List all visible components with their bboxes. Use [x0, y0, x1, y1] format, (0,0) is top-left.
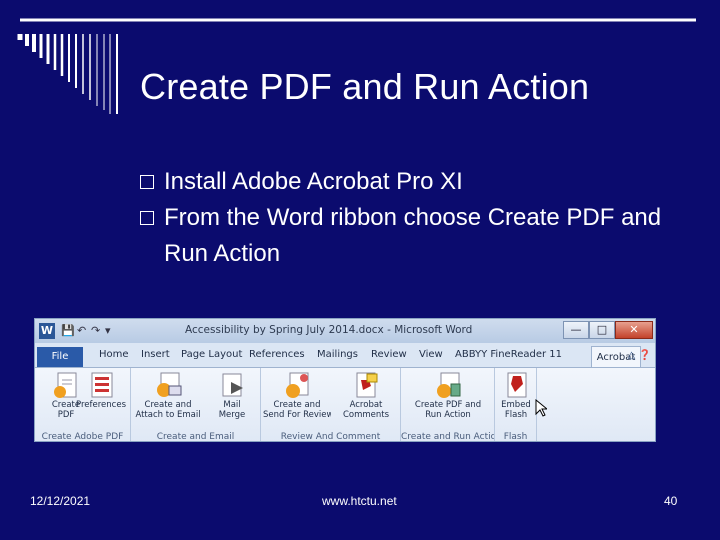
preferences-icon	[91, 372, 113, 398]
group-label: Create Adobe PDF	[41, 432, 124, 442]
button-label-line1: Acrobat	[349, 400, 383, 410]
group-review-and-comment: Create and Send For Review Acrobat Comme…	[261, 368, 401, 442]
tab-mailings[interactable]: Mailings	[317, 349, 358, 360]
embed-flash-button[interactable]: Embed Flash	[495, 370, 537, 428]
word-app-icon[interactable]: W	[39, 323, 55, 339]
button-label-line1: Create PDF and	[414, 400, 482, 410]
window-titlebar: W 💾 ↶ ↷ ▾ Accessibility by Spring July 2…	[35, 319, 655, 343]
button-label-line2: Run Action	[425, 410, 471, 420]
mail-merge-button[interactable]: Mail Merge	[203, 370, 261, 428]
window-title: Accessibility by Spring July 2014.docx -…	[185, 324, 473, 336]
save-icon[interactable]: 💾	[61, 324, 75, 337]
mouse-cursor-icon	[535, 399, 547, 417]
button-label-line1: Mail	[223, 400, 241, 410]
create-pdf-and-run-action-button[interactable]: Create PDF and Run Action	[407, 370, 489, 428]
button-label-line1: Preferences	[76, 400, 126, 410]
tab-abbyy-finereader[interactable]: ABBYY FineReader 11	[455, 349, 562, 360]
run-action-icon	[437, 372, 461, 398]
footer-site: www.htctu.net	[322, 494, 397, 508]
help-icon[interactable]: △ ❓	[628, 350, 651, 361]
preferences-button[interactable]: Preferences	[71, 370, 131, 428]
button-label-line2: Attach to Email	[135, 410, 201, 420]
maximize-button[interactable]: □	[589, 321, 615, 339]
group-create-and-email: Create and Attach to Email Mail Merge Cr…	[131, 368, 261, 442]
tab-page-layout[interactable]: Page Layout	[181, 349, 242, 360]
bullet-square-icon	[140, 175, 154, 189]
word-ribbon-screenshot: W 💾 ↶ ↷ ▾ Accessibility by Spring July 2…	[34, 318, 656, 442]
button-label-line1: Create and	[273, 400, 321, 410]
tab-references[interactable]: References	[249, 349, 305, 360]
group-label: Create and Run Action	[401, 432, 494, 442]
ribbon-body: Create PDF Preferences Create Adobe PDF …	[35, 367, 655, 442]
bullet-item: Install Adobe Acrobat Pro XI	[140, 164, 700, 200]
undo-icon[interactable]: ↶	[77, 324, 86, 337]
close-button[interactable]: ✕	[615, 321, 653, 339]
tab-insert[interactable]: Insert	[141, 349, 170, 360]
group-label: Review And Comment	[280, 432, 381, 442]
button-label-line1: Create and	[144, 400, 192, 410]
group-create-adobe-pdf: Create PDF Preferences Create Adobe PDF	[35, 368, 131, 442]
button-label-line2: Flash	[504, 410, 528, 420]
button-label-line2: Comments	[342, 410, 390, 420]
tab-file[interactable]: File	[37, 347, 83, 367]
group-create-and-run-action: Create PDF and Run Action Create and Run…	[401, 368, 495, 442]
group-label: Create and Email	[156, 432, 235, 442]
button-label-line2: Send For Review	[263, 410, 331, 420]
slide-title: Create PDF and Run Action	[140, 66, 590, 107]
mail-merge-icon	[222, 373, 243, 397]
tab-home[interactable]: Home	[99, 349, 129, 360]
button-label-line1: Embed	[501, 400, 531, 410]
embed-flash-icon	[507, 372, 527, 398]
create-and-send-for-review-button[interactable]: Create and Send For Review	[263, 370, 331, 428]
bullet-item: From the Word ribbon choose Create PDF a…	[140, 200, 700, 272]
group-label: Flash	[503, 432, 528, 442]
minimize-button[interactable]: —	[563, 321, 589, 339]
bullet-text: From the Word ribbon choose Create PDF a…	[164, 204, 662, 267]
tab-review[interactable]: Review	[371, 349, 407, 360]
send-for-review-icon	[286, 372, 309, 398]
bullet-square-icon	[140, 211, 154, 225]
email-attach-icon	[157, 372, 182, 397]
qat-dropdown-icon[interactable]: ▾	[105, 324, 111, 337]
acrobat-comments-icon	[356, 372, 378, 398]
acrobat-comments-button[interactable]: Acrobat Comments	[333, 370, 399, 428]
button-label-line2: Merge	[218, 410, 246, 420]
tab-view[interactable]: View	[419, 349, 443, 360]
create-and-attach-to-email-button[interactable]: Create and Attach to Email	[135, 370, 201, 428]
group-flash: Embed Flash Flash	[495, 368, 537, 442]
bullet-list: Install Adobe Acrobat Pro XI From the Wo…	[140, 164, 700, 272]
ribbon-tabs: File Home Insert Page Layout References …	[35, 345, 655, 369]
footer-date: 12/12/2021	[30, 494, 91, 508]
bullet-text: Install Adobe Acrobat Pro XI	[164, 168, 463, 195]
redo-icon[interactable]: ↷	[91, 324, 100, 337]
footer-page-number: 40	[664, 494, 678, 508]
